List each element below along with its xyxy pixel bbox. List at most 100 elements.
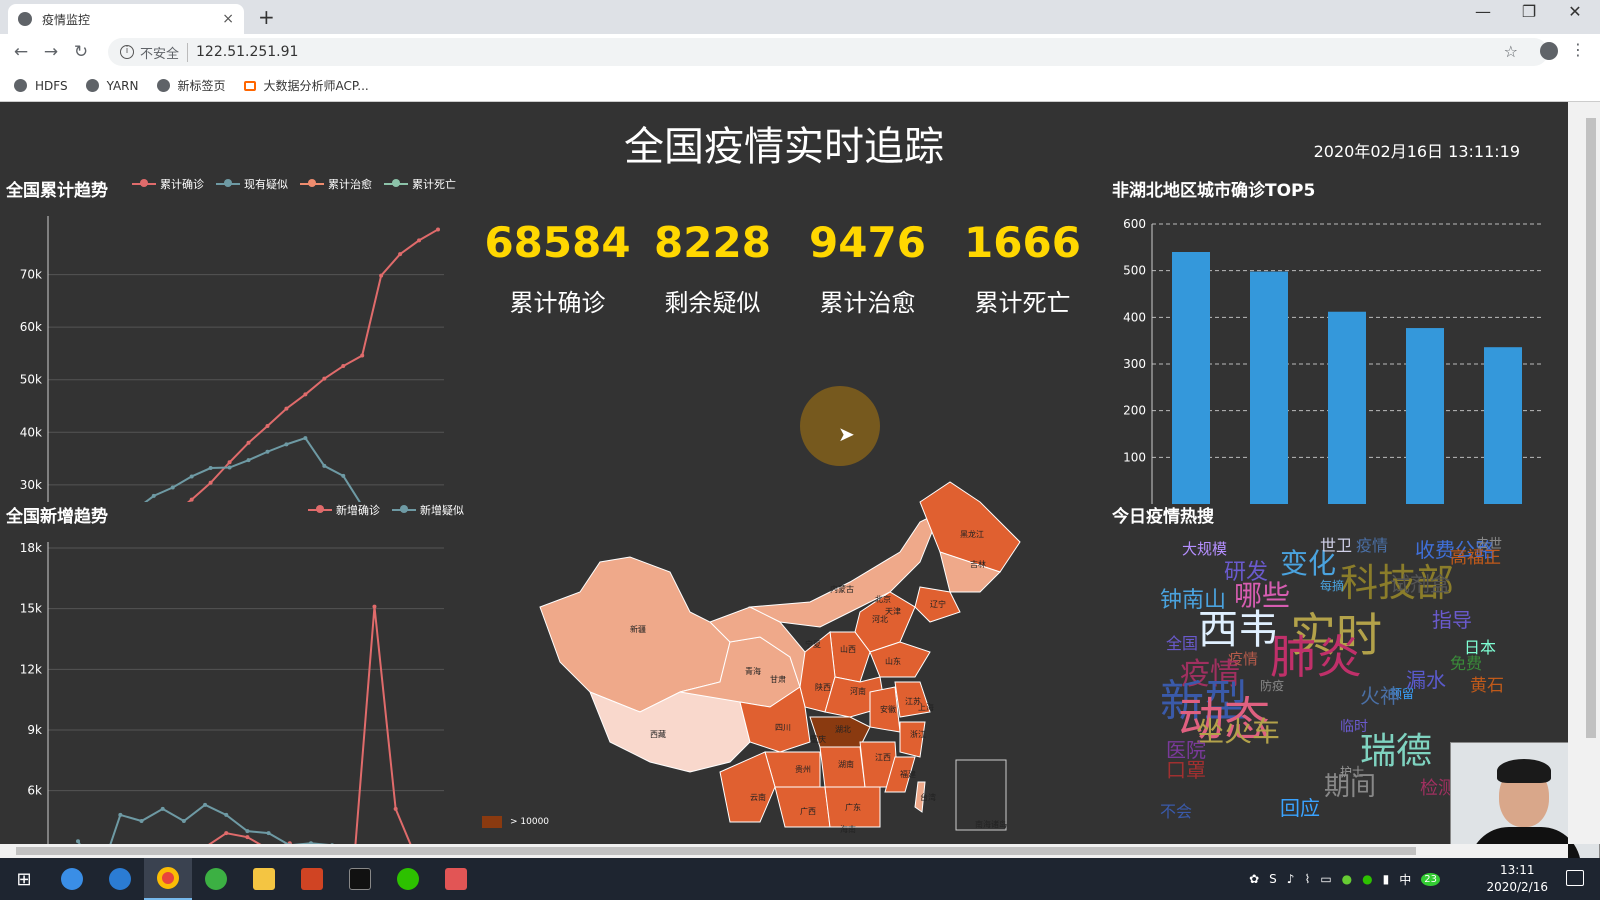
data-point	[139, 819, 144, 823]
tray-green-icon[interactable]: ●	[1342, 872, 1352, 886]
ie-icon[interactable]	[48, 858, 96, 900]
horizontal-scrollbar[interactable]	[0, 844, 1568, 858]
word-cloud-term: 西韦	[1198, 607, 1278, 653]
data-point	[341, 364, 346, 369]
data-point	[224, 831, 229, 836]
y-tick-label: 100	[1123, 450, 1146, 464]
profile-icon[interactable]	[1540, 42, 1558, 60]
tray-sogou-icon[interactable]: S	[1269, 872, 1277, 886]
app-icon[interactable]	[432, 858, 480, 900]
hot-search-title: 今日疫情热搜	[1112, 507, 1214, 527]
close-tab-icon[interactable]: ×	[222, 11, 234, 27]
bookmark-yarn[interactable]: YARN	[85, 78, 139, 93]
legend-item[interactable]: 累计确诊	[132, 176, 204, 192]
close-window-icon[interactable]: ✕	[1552, 2, 1598, 21]
restore-icon[interactable]: ❐	[1506, 2, 1552, 21]
bookmark-star-icon[interactable]: ☆	[1504, 42, 1518, 61]
minimize-icon[interactable]: —	[1460, 2, 1506, 21]
word-cloud-term: 指导	[1432, 608, 1472, 632]
china-map[interactable]: 新疆西藏青海甘肃内蒙古黑龙江吉林辽宁北京天津河北山西山东宁夏陕西 河南四川重庆湖北…	[520, 442, 1060, 844]
bar[interactable]	[1328, 311, 1366, 504]
new-tab-button[interactable]: +	[258, 5, 275, 29]
wifi-icon[interactable]: ⌇	[1304, 872, 1310, 886]
stats-row: 68584 累计确诊 8228 剩余疑似 9476 累计治愈 1666 累计死亡	[480, 218, 1100, 318]
system-clock[interactable]: 13:11 2020/2/16	[1486, 862, 1548, 896]
menu-icon[interactable]: ⋮	[1570, 40, 1586, 59]
start-icon[interactable]: ⊞	[0, 858, 48, 900]
globe-icon	[85, 79, 99, 92]
data-point	[203, 802, 208, 807]
edge-icon[interactable]	[96, 858, 144, 900]
map-legend: > 10000	[482, 816, 549, 828]
badge-count[interactable]: 23	[1421, 872, 1440, 886]
wechat-icon[interactable]	[384, 858, 432, 900]
legend-item[interactable]: 累计死亡	[384, 176, 456, 192]
scroll-thumb[interactable]	[1586, 118, 1596, 738]
bar[interactable]	[1484, 347, 1522, 504]
legend-label: 现有疑似	[244, 178, 288, 191]
map-province-label: 安徽	[880, 704, 896, 714]
tray-wechat-icon[interactable]: ●	[1362, 872, 1372, 886]
stat-value: 1666	[964, 218, 1081, 267]
terminal-icon[interactable]	[336, 858, 384, 900]
url-text[interactable]: 122.51.251.91	[196, 44, 298, 60]
word-cloud-term: 坐火车	[1196, 715, 1281, 748]
vertical-scrollbar[interactable]	[1568, 102, 1600, 844]
reload-icon[interactable]: ↻	[66, 42, 96, 62]
bookmark-newtab[interactable]: 新标签页	[156, 77, 226, 94]
forward-icon[interactable]: →	[36, 42, 66, 62]
scroll-thumb[interactable]	[16, 847, 1416, 855]
data-point	[372, 604, 377, 609]
y-tick-label: 18k	[20, 541, 42, 555]
bookmarks-bar: HDFS YARN 新标签页 大数据分析师ACP...	[0, 70, 1600, 102]
series-line	[208, 606, 412, 844]
word-cloud-term: 全国	[1166, 634, 1199, 653]
address-bar[interactable]: i 不安全 122.51.251.91	[108, 38, 1548, 66]
wechat-glyph	[397, 868, 419, 890]
bar[interactable]	[1172, 252, 1210, 504]
globe-icon	[14, 79, 27, 92]
data-point	[436, 227, 440, 232]
word-cloud-term: 黄石	[1470, 676, 1504, 696]
browser-tab[interactable]: 疫情监控 ×	[8, 4, 244, 34]
volume-icon[interactable]: ♪	[1287, 872, 1295, 886]
tray-flower-icon[interactable]: ✿	[1249, 872, 1259, 886]
notification-icon[interactable]	[1566, 870, 1584, 886]
map-province-label: 四川	[775, 723, 791, 732]
powerpoint-icon[interactable]	[288, 858, 336, 900]
ime-indicator[interactable]: 中	[1399, 871, 1411, 888]
stat-suspected: 8228 剩余疑似	[635, 218, 790, 318]
y-tick-label: 6k	[27, 784, 42, 798]
chrome-icon[interactable]	[144, 858, 192, 900]
new-trend-title: 全国新增趋势	[6, 507, 108, 527]
terminal-glyph	[349, 868, 371, 890]
system-tray: ✿ S ♪ ⌇ ▭ ● ● ▮ 中 23	[1239, 858, 1440, 900]
legend-item[interactable]: 新增确诊	[308, 502, 380, 518]
bar[interactable]	[1406, 328, 1444, 504]
ie360-icon[interactable]	[192, 858, 240, 900]
legend-item[interactable]: 现有疑似	[216, 176, 288, 192]
map-province-label: 山东	[885, 656, 901, 666]
bookmark-label: YARN	[106, 78, 139, 93]
data-point	[322, 376, 327, 381]
bookmark-hdfs[interactable]: HDFS	[14, 79, 68, 93]
data-point	[224, 812, 229, 817]
legend-label: 累计治愈	[328, 178, 372, 191]
series-line	[77, 803, 330, 844]
y-tick-label: 50k	[20, 373, 42, 387]
info-icon[interactable]: i	[120, 45, 134, 59]
bookmark-acp[interactable]: 大数据分析师ACP...	[243, 77, 369, 94]
data-point	[208, 466, 213, 471]
legend-item[interactable]: 新增疑似	[392, 502, 464, 518]
folder-icon[interactable]	[240, 858, 288, 900]
word-cloud-term: 大规模	[1182, 540, 1228, 558]
monitor-icon[interactable]: ▭	[1320, 872, 1331, 886]
bar[interactable]	[1250, 271, 1288, 504]
legend-item[interactable]: 累计治愈	[300, 176, 372, 192]
data-point	[266, 831, 271, 836]
back-icon[interactable]: ←	[6, 42, 36, 62]
battery-icon[interactable]: ▮	[1383, 872, 1390, 886]
map-province-label: 吉林	[970, 559, 986, 569]
map-region-zhejiang	[899, 721, 926, 758]
word-cloud-term: 口罩	[1166, 758, 1206, 782]
